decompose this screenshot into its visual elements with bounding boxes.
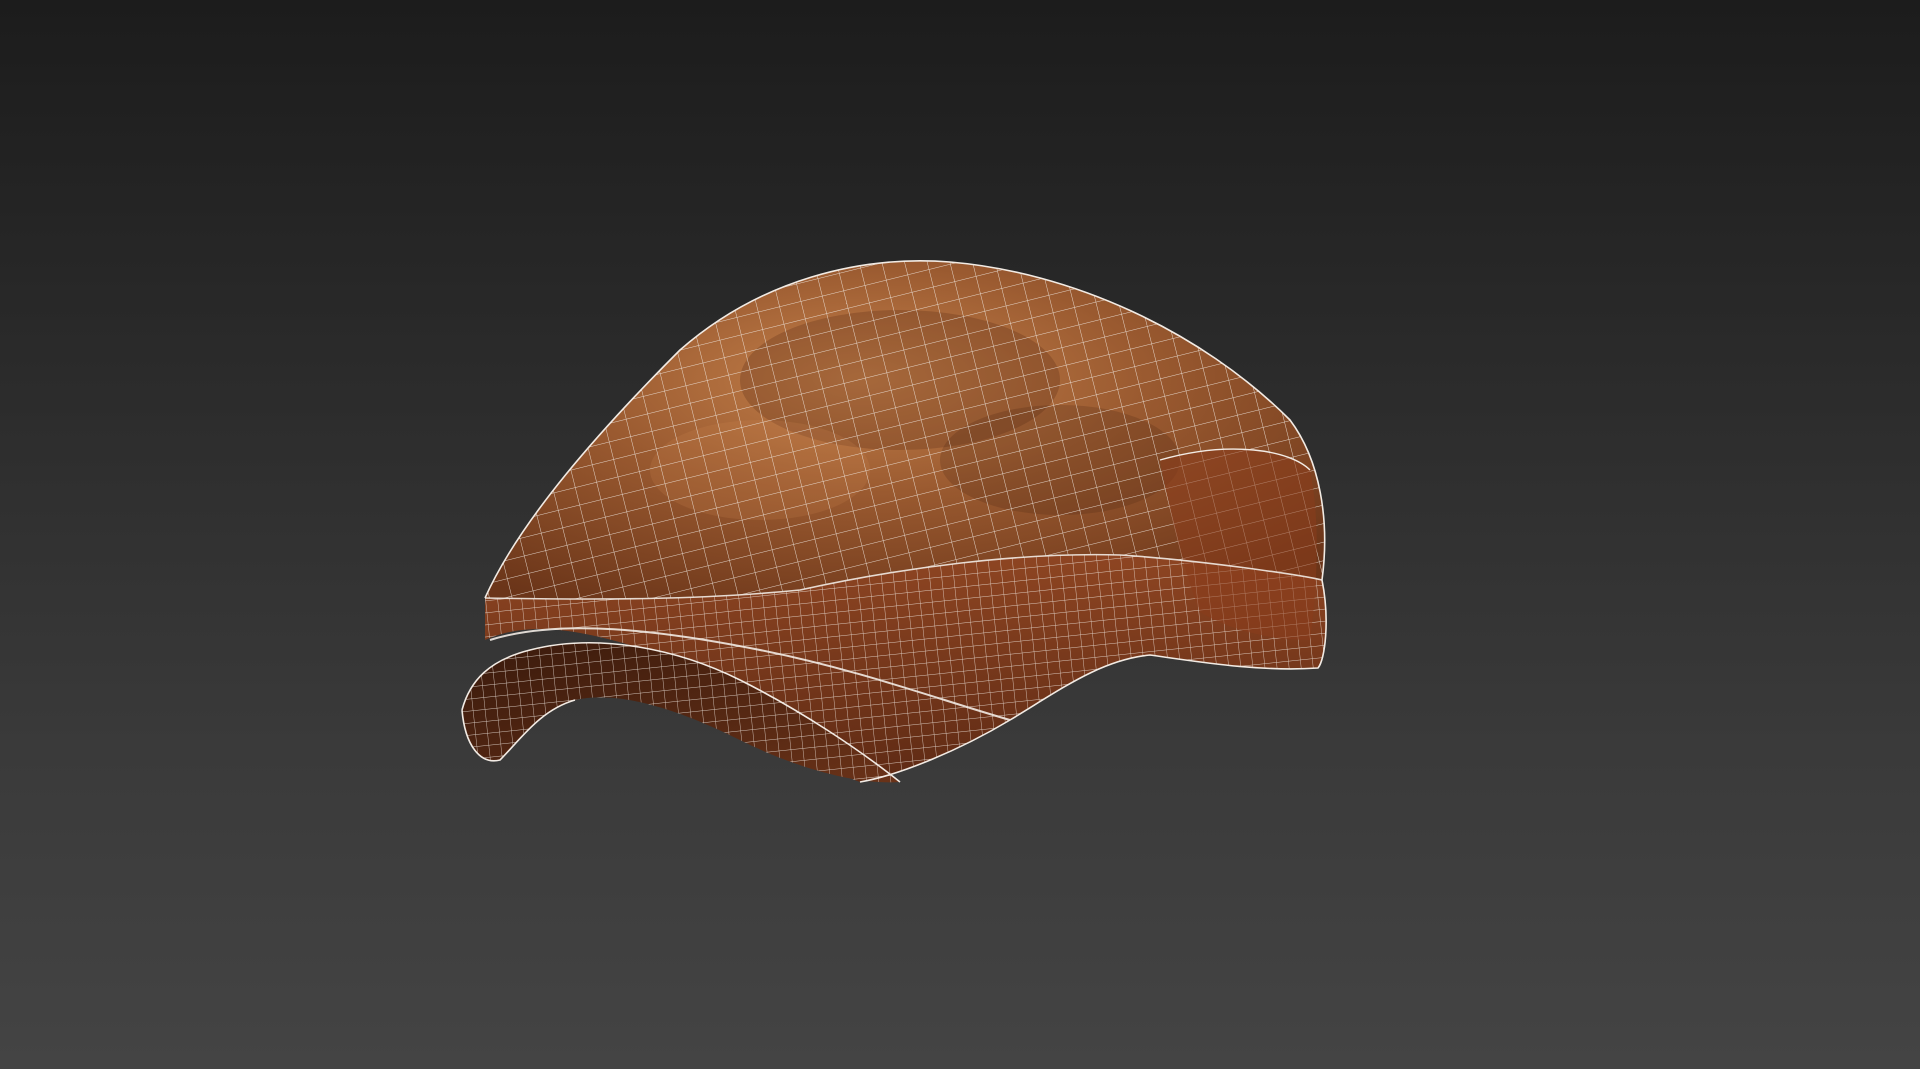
flat-cap-mesh-icon (461, 260, 1327, 783)
viewport-scene (461, 260, 1327, 783)
3d-viewport[interactable] (0, 0, 1920, 1069)
